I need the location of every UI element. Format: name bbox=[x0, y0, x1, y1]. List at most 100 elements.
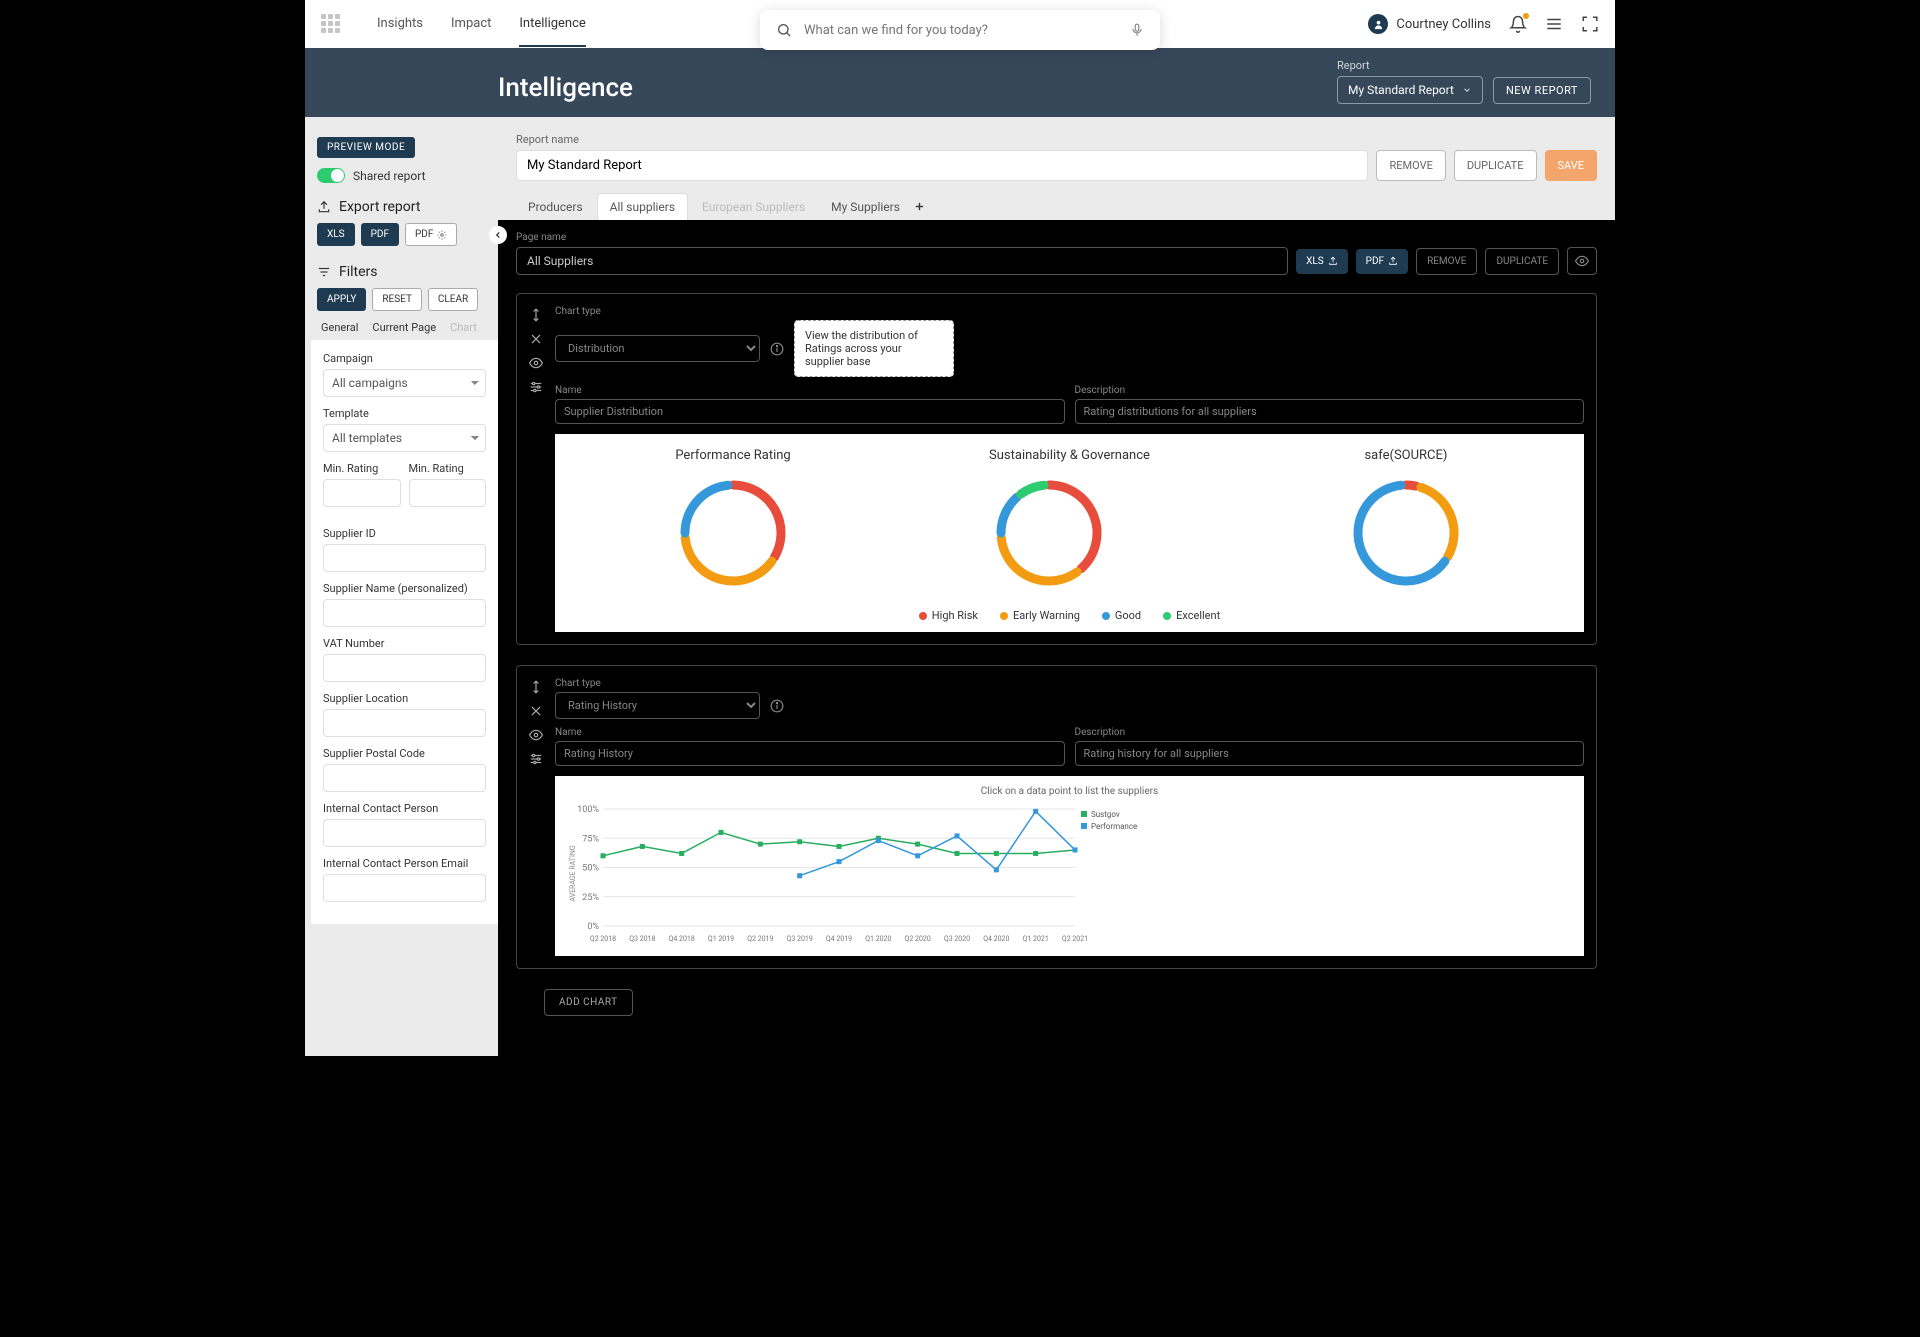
menu-icon[interactable] bbox=[1545, 15, 1563, 33]
nav-insights[interactable]: Insights bbox=[377, 2, 423, 47]
svg-text:Q4 2020: Q4 2020 bbox=[983, 935, 1009, 943]
eye-icon[interactable] bbox=[529, 356, 543, 370]
add-chart-button[interactable]: ADD CHART bbox=[544, 989, 633, 1016]
chart1-name-input[interactable] bbox=[555, 399, 1065, 424]
fullscreen-icon[interactable] bbox=[1581, 15, 1599, 33]
page-visibility-button[interactable] bbox=[1567, 247, 1597, 275]
global-search[interactable] bbox=[760, 10, 1160, 50]
min-rating-2-input[interactable] bbox=[409, 479, 487, 507]
save-button[interactable]: SAVE bbox=[1545, 150, 1598, 181]
chart1-type-select[interactable]: Distribution bbox=[555, 335, 760, 362]
notifications-icon[interactable] bbox=[1509, 15, 1527, 33]
chart-card-history: Chart type Rating History Name Descrip bbox=[516, 665, 1597, 969]
template-select[interactable]: All templates bbox=[323, 424, 486, 452]
tab-all-suppliers[interactable]: All suppliers bbox=[597, 193, 688, 220]
chart2-name-input[interactable] bbox=[555, 741, 1065, 766]
info-icon[interactable] bbox=[770, 342, 784, 356]
supplier-id-input[interactable] bbox=[323, 544, 486, 572]
add-tab-button[interactable] bbox=[914, 201, 934, 212]
contact-email-input[interactable] bbox=[323, 874, 486, 902]
page-name-input[interactable] bbox=[516, 247, 1288, 275]
page-xls-button[interactable]: XLS bbox=[1296, 249, 1348, 274]
history-chart: Click on a data point to list the suppli… bbox=[555, 776, 1584, 956]
page-tabs: Producers All suppliers European Supplie… bbox=[498, 193, 1615, 220]
template-label: Template bbox=[323, 407, 486, 420]
settings-icon[interactable] bbox=[529, 380, 543, 394]
apply-button[interactable]: APPLY bbox=[317, 288, 366, 311]
page-title: Intelligence bbox=[498, 73, 633, 103]
campaign-select[interactable]: All campaigns bbox=[323, 369, 486, 397]
filter-tab-general[interactable]: General bbox=[321, 321, 358, 334]
svg-text:Q1 2020: Q1 2020 bbox=[865, 935, 891, 943]
svg-text:Q2 2021: Q2 2021 bbox=[1062, 935, 1088, 943]
info-icon[interactable] bbox=[770, 699, 784, 713]
svg-text:75%: 75% bbox=[582, 834, 599, 844]
sidebar: PREVIEW MODE Shared report Export report… bbox=[305, 117, 498, 942]
export-pdf-button[interactable]: PDF bbox=[361, 223, 399, 246]
nav-impact[interactable]: Impact bbox=[451, 2, 491, 47]
search-input[interactable] bbox=[804, 23, 1118, 38]
reset-button[interactable]: RESET bbox=[372, 288, 422, 311]
page-remove-button[interactable]: REMOVE bbox=[1416, 248, 1477, 275]
duplicate-button[interactable]: DUPLICATE bbox=[1454, 150, 1537, 181]
location-input[interactable] bbox=[323, 709, 486, 737]
postal-input[interactable] bbox=[323, 764, 486, 792]
tab-european[interactable]: European Suppliers bbox=[690, 194, 817, 220]
chart2-type-select[interactable]: Rating History bbox=[555, 692, 760, 719]
filter-tab-current[interactable]: Current Page bbox=[372, 321, 436, 334]
filter-tab-chart[interactable]: Chart bbox=[450, 321, 477, 334]
close-icon[interactable] bbox=[529, 704, 543, 718]
report-select-label: Report bbox=[1337, 59, 1483, 72]
new-report-button[interactable]: NEW REPORT bbox=[1493, 77, 1591, 104]
app-logo[interactable] bbox=[321, 14, 341, 34]
page-pdf-button[interactable]: PDF bbox=[1356, 249, 1408, 274]
close-icon[interactable] bbox=[529, 332, 543, 346]
svg-text:25%: 25% bbox=[582, 893, 599, 903]
min-rating-1-input[interactable] bbox=[323, 479, 401, 507]
history-chart-hint: Click on a data point to list the suppli… bbox=[565, 786, 1574, 797]
chart-card-distribution: Chart type Distribution View the distrib… bbox=[516, 293, 1597, 645]
shared-toggle[interactable] bbox=[317, 168, 345, 183]
chevron-down-icon bbox=[1462, 85, 1472, 95]
chart1-type-label: Chart type bbox=[555, 306, 1584, 317]
chart2-desc-input[interactable] bbox=[1075, 741, 1585, 766]
supplier-id-label: Supplier ID bbox=[323, 527, 486, 540]
preview-mode-button[interactable]: PREVIEW MODE bbox=[317, 137, 415, 158]
report-name-input[interactable] bbox=[516, 150, 1368, 181]
shared-label: Shared report bbox=[353, 169, 426, 183]
page-duplicate-button[interactable]: DUPLICATE bbox=[1485, 248, 1559, 275]
eye-icon[interactable] bbox=[529, 728, 543, 742]
tab-producers[interactable]: Producers bbox=[516, 194, 595, 220]
contact-label: Internal Contact Person bbox=[323, 802, 486, 815]
chevron-left-icon bbox=[493, 230, 503, 240]
clear-button[interactable]: CLEAR bbox=[428, 288, 478, 311]
move-icon[interactable] bbox=[529, 680, 543, 694]
chart1-desc-label: Description bbox=[1075, 385, 1585, 396]
gear-icon bbox=[437, 230, 447, 240]
chart1-desc-input[interactable] bbox=[1075, 399, 1585, 424]
filters-section-head: Filters bbox=[317, 264, 498, 280]
nav-intelligence[interactable]: Intelligence bbox=[519, 2, 585, 47]
report-select[interactable]: My Standard Report bbox=[1337, 76, 1483, 104]
export-pdf-settings-button[interactable]: PDF bbox=[405, 223, 457, 246]
svg-text:Sustgov: Sustgov bbox=[1091, 810, 1120, 819]
mic-icon[interactable] bbox=[1130, 23, 1144, 37]
line-chart-svg: 0%25%50%75%100%AVERAGE RATINGQ2 2018Q3 2… bbox=[565, 801, 1155, 946]
top-nav: Insights Impact Intelligence Courtney Co… bbox=[305, 0, 1615, 48]
export-xls-button[interactable]: XLS bbox=[317, 223, 355, 246]
supplier-name-input[interactable] bbox=[323, 599, 486, 627]
page-hero: Intelligence Report My Standard Report N… bbox=[305, 48, 1615, 117]
move-icon[interactable] bbox=[529, 308, 543, 322]
svg-text:Q1 2021: Q1 2021 bbox=[1023, 935, 1049, 943]
contact-input[interactable] bbox=[323, 819, 486, 847]
settings-icon[interactable] bbox=[529, 752, 543, 766]
collapse-sidebar-button[interactable] bbox=[489, 226, 507, 244]
tab-my-suppliers[interactable]: My Suppliers bbox=[819, 194, 912, 220]
remove-button[interactable]: REMOVE bbox=[1376, 150, 1445, 181]
vat-input[interactable] bbox=[323, 654, 486, 682]
user-menu[interactable]: Courtney Collins bbox=[1368, 14, 1491, 34]
donut-performance bbox=[673, 473, 793, 593]
svg-text:0%: 0% bbox=[587, 922, 599, 932]
campaign-label: Campaign bbox=[323, 352, 486, 365]
svg-text:Q3 2019: Q3 2019 bbox=[787, 935, 813, 943]
